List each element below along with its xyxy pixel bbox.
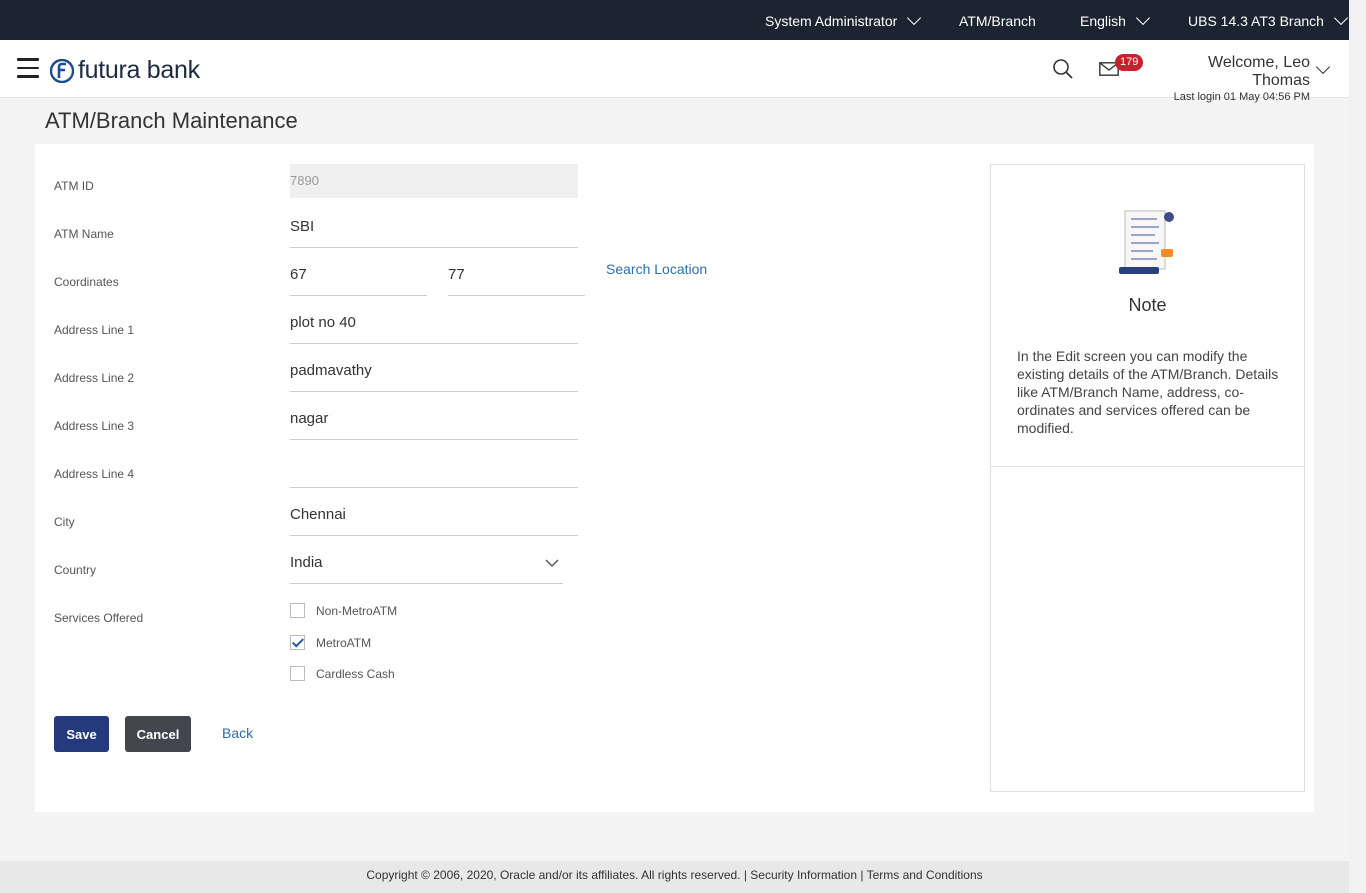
service-label: Non-MetroATM	[316, 603, 398, 618]
address3-input[interactable]: nagar	[290, 406, 578, 440]
address1-input[interactable]: plot no 40	[290, 310, 578, 344]
futura-logo-icon	[50, 58, 74, 83]
service-label: MetroATM	[316, 635, 372, 650]
chevron-down-icon	[1333, 10, 1349, 26]
address2-label: Address Line 2	[54, 371, 135, 385]
footer: Copyright © 2006, 2020, Oracle and/or it…	[0, 861, 1349, 893]
language-label: English	[1080, 13, 1126, 29]
module-label: ATM/Branch	[959, 13, 1036, 29]
service-label: Cardless Cash	[316, 666, 395, 681]
search-location-link[interactable]: Search Location	[606, 261, 707, 277]
checkbox[interactable]	[290, 603, 305, 618]
module-link[interactable]: ATM/Branch	[959, 13, 1036, 29]
service-option-nonmetro[interactable]: Non-MetroATM	[290, 603, 397, 618]
page-scrollbar[interactable]	[1349, 0, 1366, 893]
coordinates-label: Coordinates	[54, 275, 119, 289]
logo[interactable]: futura bank	[50, 56, 200, 85]
checkbox-checked[interactable]	[290, 635, 305, 650]
chevron-down-icon	[907, 10, 922, 26]
address1-label: Address Line 1	[54, 323, 135, 337]
checkbox[interactable]	[290, 666, 305, 681]
user-menu[interactable]: Welcome, Leo Thomas Last login 01 May 04…	[1150, 54, 1310, 103]
save-button[interactable]: Save	[54, 716, 109, 752]
city-label: City	[54, 515, 75, 529]
country-value: India	[290, 554, 323, 571]
atm-id-label: ATM ID	[54, 179, 94, 193]
atm-name-label: ATM Name	[54, 227, 114, 241]
footer-text[interactable]: Copyright © 2006, 2020, Oracle and/or it…	[366, 868, 982, 882]
top-bar: System Administrator ATM/Branch English …	[0, 0, 1349, 40]
brand-name: futura bank	[78, 56, 200, 84]
cancel-button[interactable]: Cancel	[125, 716, 191, 752]
welcome-text: Welcome, Leo Thomas	[1208, 54, 1310, 89]
address4-label: Address Line 4	[54, 467, 135, 481]
address4-input[interactable]	[290, 454, 578, 488]
notification-badge: 179	[1115, 54, 1144, 71]
header: futura bank 179 Welcome, Leo Thomas Last…	[0, 40, 1349, 103]
language-dropdown[interactable]: English	[1080, 10, 1150, 29]
chevron-down-icon	[545, 559, 559, 567]
address2-input[interactable]: padmavathy	[290, 358, 578, 392]
last-login-text: Last login 01 May 04:56 PM	[1173, 91, 1310, 103]
chevron-down-icon	[1135, 10, 1150, 26]
branch-dropdown[interactable]: UBS 14.3 AT3 Branch	[1188, 10, 1349, 29]
atm-name-input[interactable]: SBI	[290, 214, 578, 248]
service-option-metro[interactable]: MetroATM	[290, 635, 371, 650]
services-label: Services Offered	[54, 611, 144, 625]
role-label: System Administrator	[765, 13, 898, 29]
back-link[interactable]: Back	[222, 725, 253, 741]
note-text: In the Edit screen you can modify the ex…	[1017, 348, 1279, 436]
note-panel: Note In the Edit screen you can modify t…	[990, 164, 1305, 792]
branch-label: UBS 14.3 AT3 Branch	[1188, 13, 1324, 29]
document-note-icon	[1119, 210, 1174, 274]
menu-icon[interactable]	[17, 58, 39, 78]
longitude-input[interactable]: 77	[448, 262, 585, 296]
latitude-input[interactable]: 67	[290, 262, 427, 296]
search-icon[interactable]	[1052, 58, 1074, 80]
service-option-cardless[interactable]: Cardless Cash	[290, 666, 395, 681]
country-select[interactable]: India	[290, 550, 563, 584]
note-title: Note	[1128, 295, 1167, 315]
chevron-down-icon[interactable]	[1315, 59, 1331, 75]
note-box: Note In the Edit screen you can modify t…	[991, 165, 1304, 467]
country-label: Country	[54, 563, 97, 577]
atm-id-field: 7890	[290, 164, 578, 198]
address3-label: Address Line 3	[54, 419, 135, 433]
city-input[interactable]: Chennai	[290, 502, 578, 536]
role-dropdown[interactable]: System Administrator	[765, 10, 922, 29]
page-title: ATM/Branch Maintenance	[45, 108, 298, 133]
